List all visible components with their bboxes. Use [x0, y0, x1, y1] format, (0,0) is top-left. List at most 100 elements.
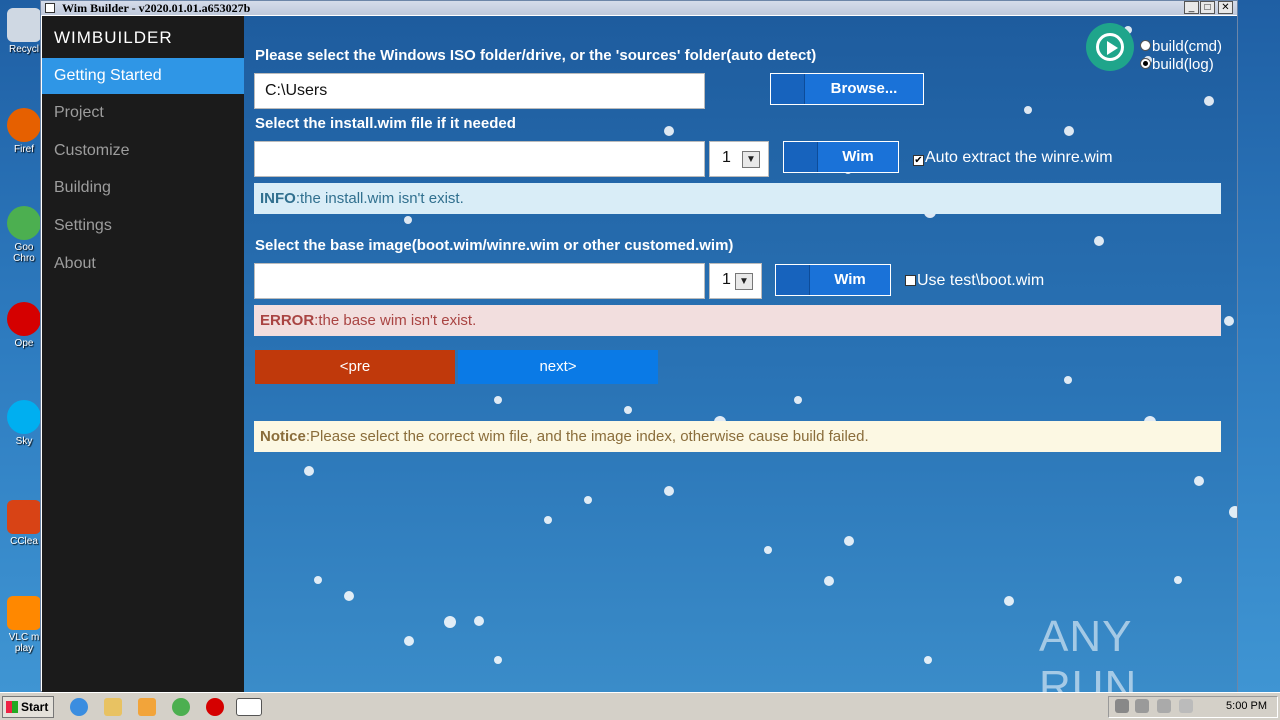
snow-dot [1024, 106, 1032, 114]
iso-label: Please select the Windows ISO folder/dri… [255, 47, 817, 64]
next-button[interactable]: next> [458, 350, 658, 384]
base-image-button[interactable]: Wim [775, 264, 891, 296]
title-bar[interactable]: Wim Builder - v2020.01.01.a653027b _ □ ✕ [41, 1, 1237, 15]
browse-button[interactable]: Browse... [770, 73, 924, 105]
ccleaner-icon [7, 500, 41, 534]
snow-dot [1229, 506, 1237, 518]
chevron-down-icon: ▼ [742, 151, 760, 168]
skype-shortcut[interactable]: Sky [4, 400, 44, 447]
build-log-radio[interactable]: build(log) [1140, 56, 1214, 73]
base-image-error-alert: ERROR:the base wim isn't exist. [254, 305, 1221, 336]
sidebar-item-building[interactable]: Building [42, 170, 244, 206]
opera-shortcut[interactable]: Ope [4, 302, 44, 349]
window-title: Wim Builder - v2020.01.01.a653027b [62, 1, 251, 15]
snow-dot [344, 591, 354, 601]
wimbuilder-taskbar-button[interactable] [236, 698, 262, 716]
volume-icon[interactable] [1157, 699, 1171, 713]
base-image-label: Select the base image(boot.wim/winre.wim… [255, 237, 734, 254]
recycle-bin-shortcut[interactable]: Recycl [4, 8, 44, 55]
start-button[interactable]: Start [2, 696, 54, 718]
iso-path-input[interactable]: C:\Users [254, 73, 705, 109]
opera-icon [7, 302, 41, 336]
build-options: build(cmd) build(log) [1084, 22, 1234, 74]
snow-dot [844, 536, 854, 546]
snow-dot [494, 656, 502, 664]
firefox-icon [7, 108, 41, 142]
vlc-icon [7, 596, 41, 630]
snow-dot [474, 616, 484, 626]
ccleaner-shortcut[interactable]: CClea [4, 500, 44, 547]
sidebar-item-customize[interactable]: Customize [42, 133, 244, 169]
install-wim-label: Select the install.wim file if it needed [255, 115, 516, 132]
notice-alert: Notice:Please select the correct wim fil… [254, 421, 1221, 452]
install-wim-input[interactable] [254, 141, 705, 177]
snow-dot [314, 576, 322, 584]
snow-dot [404, 636, 414, 646]
opera-taskbar-icon[interactable] [206, 698, 224, 716]
base-image-index-select[interactable]: 1 ▼ [709, 263, 762, 299]
main-panel: build(cmd) build(log) Please select the … [244, 16, 1237, 692]
sidebar: WIMBUILDER Getting Started Project Custo… [42, 16, 244, 692]
prev-button[interactable]: <pre [255, 350, 455, 384]
snow-dot [1194, 476, 1204, 486]
explorer-icon[interactable] [104, 698, 122, 716]
chrome-shortcut[interactable]: Goo Chro [4, 206, 44, 264]
taskbar: Start 5:00 PM [0, 692, 1280, 720]
snow-dot [404, 216, 412, 224]
system-tray: 5:00 PM [1108, 696, 1278, 718]
chrome-icon [7, 206, 41, 240]
snow-dot [1064, 126, 1074, 136]
snow-dot [664, 486, 674, 496]
install-wim-button[interactable]: Wim [783, 141, 899, 173]
snow-dot [584, 496, 592, 504]
snow-dot [924, 656, 932, 664]
skype-icon [7, 400, 41, 434]
snow-dot [544, 516, 552, 524]
snow-dot [494, 396, 502, 404]
snow-dot [794, 396, 802, 404]
checkbox-checked-icon: ✔ [913, 155, 924, 166]
checkbox-unchecked-icon [905, 275, 916, 286]
tray-arrow-icon[interactable] [1115, 699, 1129, 713]
base-image-input[interactable] [254, 263, 705, 299]
play-icon [1096, 33, 1124, 61]
snow-dot [1204, 96, 1214, 106]
minimize-button[interactable]: _ [1184, 1, 1199, 14]
snow-dot [624, 406, 632, 414]
snow-dot [664, 126, 674, 136]
chevron-down-icon: ▼ [735, 273, 753, 290]
build-cmd-radio[interactable]: build(cmd) [1140, 38, 1222, 55]
sidebar-item-project[interactable]: Project [42, 95, 244, 131]
maximize-button[interactable]: □ [1200, 1, 1215, 14]
chrome-taskbar-icon[interactable] [172, 698, 190, 716]
sidebar-item-about[interactable]: About [42, 246, 244, 282]
snow-dot [1004, 596, 1014, 606]
install-wim-index-select[interactable]: 1 ▼ [709, 141, 769, 177]
network-icon[interactable] [1135, 699, 1149, 713]
snow-dot [304, 466, 314, 476]
action-center-flag-icon[interactable] [1179, 699, 1193, 713]
clock: 5:00 PM [1226, 700, 1267, 712]
auto-extract-checkbox[interactable]: ✔ Auto extract the winre.wim [913, 149, 1113, 167]
windows-flag-icon [6, 701, 18, 713]
firefox-shortcut[interactable]: Firef [4, 108, 44, 155]
sidebar-item-settings[interactable]: Settings [42, 208, 244, 244]
snow-dot [1094, 236, 1104, 246]
app-window: Wim Builder - v2020.01.01.a653027b _ □ ✕… [40, 0, 1238, 692]
snow-dot [764, 546, 772, 554]
use-test-boot-checkbox[interactable]: Use test\boot.wim [905, 272, 1044, 290]
install-wim-info-alert: INFO:the install.wim isn't exist. [254, 183, 1221, 214]
close-button[interactable]: ✕ [1218, 1, 1233, 14]
play-button[interactable] [1086, 23, 1134, 71]
media-player-icon[interactable] [138, 698, 156, 716]
snow-dot [1064, 376, 1072, 384]
snow-dot [1224, 316, 1234, 326]
sidebar-item-getting-started[interactable]: Getting Started [42, 58, 244, 94]
recycle-bin-icon [7, 8, 41, 42]
vlc-shortcut[interactable]: VLC m play [4, 596, 44, 654]
ie-icon[interactable] [70, 698, 88, 716]
window-icon [45, 3, 55, 13]
radio-dot [1140, 40, 1151, 51]
snow-dot [824, 576, 834, 586]
snow-dot [1174, 576, 1182, 584]
